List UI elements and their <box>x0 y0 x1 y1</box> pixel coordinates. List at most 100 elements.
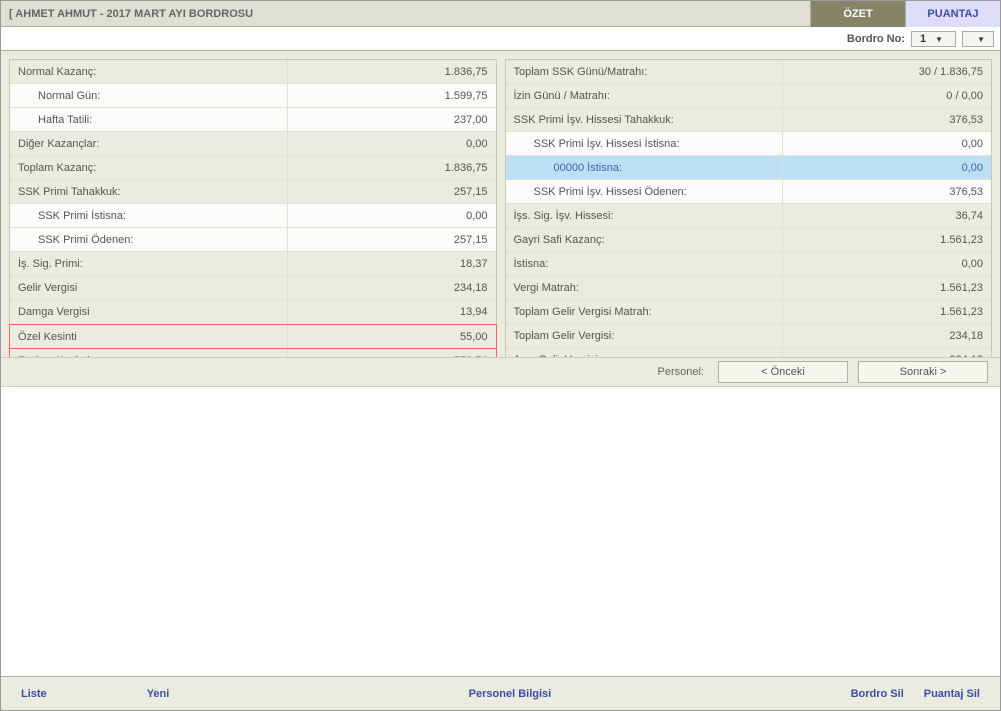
data-row: Toplam SSK Günü/Matrahı:30 / 1.836,75 <box>506 60 992 84</box>
next-button[interactable]: Sonraki > <box>858 361 988 383</box>
row-label: Damga Vergisi <box>10 300 288 324</box>
data-row: Özel Kesinti55,00 <box>10 325 496 349</box>
row-value: 36,74 <box>783 204 991 227</box>
row-value: 13,94 <box>288 300 496 324</box>
data-row: SSK Primi İşv. Hissesi Tahakkuk:376,53 <box>506 108 992 132</box>
row-label: Toplam Gelir Vergisi: <box>506 324 784 347</box>
data-row: Gelir Vergisi234,18 <box>10 276 496 300</box>
row-label: Normal Gün: <box>10 84 288 107</box>
data-row: İş. Sig. Primi:18,37 <box>10 252 496 276</box>
row-value: 0,00 <box>288 204 496 227</box>
row-value: 30 / 1.836,75 <box>783 60 991 83</box>
row-label: Diğer Kazançlar: <box>10 132 288 155</box>
row-label: SSK Primi İstisna: <box>10 204 288 227</box>
row-value: 1.561,23 <box>783 300 991 323</box>
data-row: Normal Kazanç:1.836,75 <box>10 60 496 84</box>
row-label: İş. Sig. Primi: <box>10 252 288 275</box>
row-label: Gayri Safi Kazanç: <box>506 228 784 251</box>
spacer <box>1 387 1000 677</box>
row-label: Vergi Matrah: <box>506 276 784 299</box>
bordro-no-value: 1 <box>920 33 926 45</box>
row-label: İzin Günü / Matrahı: <box>506 84 784 107</box>
row-value: 376,53 <box>783 108 991 131</box>
dropdown-arrow-icon: ▼ <box>935 35 943 44</box>
row-value: 1.836,75 <box>288 156 496 179</box>
right-table: Toplam SSK Günü/Matrahı:30 / 1.836,75İzi… <box>505 59 993 357</box>
data-row: Diğer Kazançlar:0,00 <box>10 132 496 156</box>
footer-puantaj-sil[interactable]: Puantaj Sil <box>924 688 980 700</box>
bordro-no-label: Bordro No: <box>847 33 905 45</box>
row-label: SSK Primi İşv. Hissesi Ödenen: <box>506 180 784 203</box>
window-title: [ AHMET AHMUT - 2017 MART AYI BORDROSU <box>1 8 810 20</box>
row-value: 0,00 <box>783 252 991 275</box>
data-row: Normal Gün:1.599,75 <box>10 84 496 108</box>
row-label: Toplam Kazanç: <box>10 156 288 179</box>
data-row: Damga Vergisi13,94 <box>10 300 496 324</box>
row-label: Normal Kazanç: <box>10 60 288 83</box>
data-row: İstisna:0,00 <box>506 252 992 276</box>
row-label: Gelir Vergisi <box>10 276 288 299</box>
row-value: 257,15 <box>288 180 496 203</box>
data-row: SSK Primi Tahakkuk:257,15 <box>10 180 496 204</box>
bordro-no-bar: Bordro No: 1 ▼ ▼ <box>1 27 1000 51</box>
row-label: İşs. Sig. İşv. Hissesi: <box>506 204 784 227</box>
row-label: Hafta Tatili: <box>10 108 288 131</box>
row-label: Özel Kesinti <box>10 325 288 348</box>
data-row: Vergi Matrah:1.561,23 <box>506 276 992 300</box>
footer-bar: Liste Yeni Personel Bilgisi Bordro Sil P… <box>1 676 1000 710</box>
row-value: 1.599,75 <box>288 84 496 107</box>
row-value: 234,18 <box>783 348 991 357</box>
row-value: 1.561,23 <box>783 228 991 251</box>
row-value: 18,37 <box>288 252 496 275</box>
row-value: 237,00 <box>288 108 496 131</box>
data-row: Gayri Safi Kazanç:1.561,23 <box>506 228 992 252</box>
footer-bordro-sil[interactable]: Bordro Sil <box>851 688 904 700</box>
row-label: Toplam Kesinti: <box>10 349 288 357</box>
row-label: SSK Primi İşv. Hissesi Tahakkuk: <box>506 108 784 131</box>
row-label: 00000 İstisna: <box>506 156 784 179</box>
data-row: Toplam Kesinti:578,74 <box>10 349 496 357</box>
row-value: 0,00 <box>288 132 496 155</box>
row-value: 55,00 <box>288 325 496 348</box>
row-value: 376,53 <box>783 180 991 203</box>
row-value: 0,00 <box>783 132 991 155</box>
content-area: Normal Kazanç:1.836,75Normal Gün:1.599,7… <box>1 51 1000 357</box>
data-row: Hafta Tatili:237,00 <box>10 108 496 132</box>
prev-button[interactable]: < Önceki <box>718 361 848 383</box>
app-window: [ AHMET AHMUT - 2017 MART AYI BORDROSU Ö… <box>0 0 1001 711</box>
data-row: İzin Günü / Matrahı:0 / 0,00 <box>506 84 992 108</box>
data-row: SSK Primi İstisna:0,00 <box>10 204 496 228</box>
personel-nav-row: Personel: < Önceki Sonraki > <box>1 357 1000 387</box>
data-row: Toplam Kazanç:1.836,75 <box>10 156 496 180</box>
row-label: Toplam SSK Günü/Matrahı: <box>506 60 784 83</box>
personel-label: Personel: <box>658 366 704 378</box>
row-value: 1.836,75 <box>288 60 496 83</box>
bordro-secondary-dropdown[interactable]: ▼ <box>962 31 994 47</box>
tab-ozet[interactable]: ÖZET <box>810 1 905 27</box>
row-value: 1.561,23 <box>783 276 991 299</box>
data-row: SSK Primi İşv. Hissesi İstisna:0,00 <box>506 132 992 156</box>
row-label: SSK Primi Ödenen: <box>10 228 288 251</box>
footer-liste[interactable]: Liste <box>21 688 47 700</box>
right-column: Toplam SSK Günü/Matrahı:30 / 1.836,75İzi… <box>505 59 993 349</box>
row-value: 0,00 <box>783 156 991 179</box>
dropdown-arrow-icon: ▼ <box>977 35 985 44</box>
data-row: Ayın Gelir Vergisi:234,18 <box>506 348 992 357</box>
bordro-no-dropdown[interactable]: 1 ▼ <box>911 31 956 47</box>
row-label: SSK Primi İşv. Hissesi İstisna: <box>506 132 784 155</box>
row-label: Toplam Gelir Vergisi Matrah: <box>506 300 784 323</box>
data-row: Toplam Gelir Vergisi Matrah:1.561,23 <box>506 300 992 324</box>
left-column: Normal Kazanç:1.836,75Normal Gün:1.599,7… <box>9 59 497 349</box>
left-table: Normal Kazanç:1.836,75Normal Gün:1.599,7… <box>9 59 497 325</box>
tab-puantaj[interactable]: PUANTAJ <box>905 1 1000 27</box>
header-bar: [ AHMET AHMUT - 2017 MART AYI BORDROSU Ö… <box>1 1 1000 27</box>
row-value: 234,18 <box>783 324 991 347</box>
footer-personel-bilgisi[interactable]: Personel Bilgisi <box>469 688 552 700</box>
row-value: 578,74 <box>288 349 496 357</box>
data-row: SSK Primi Ödenen:257,15 <box>10 228 496 252</box>
data-row: İşs. Sig. İşv. Hissesi:36,74 <box>506 204 992 228</box>
footer-yeni[interactable]: Yeni <box>147 688 170 700</box>
data-row: Toplam Gelir Vergisi:234,18 <box>506 324 992 348</box>
row-label: Ayın Gelir Vergisi: <box>506 348 784 357</box>
row-value: 257,15 <box>288 228 496 251</box>
